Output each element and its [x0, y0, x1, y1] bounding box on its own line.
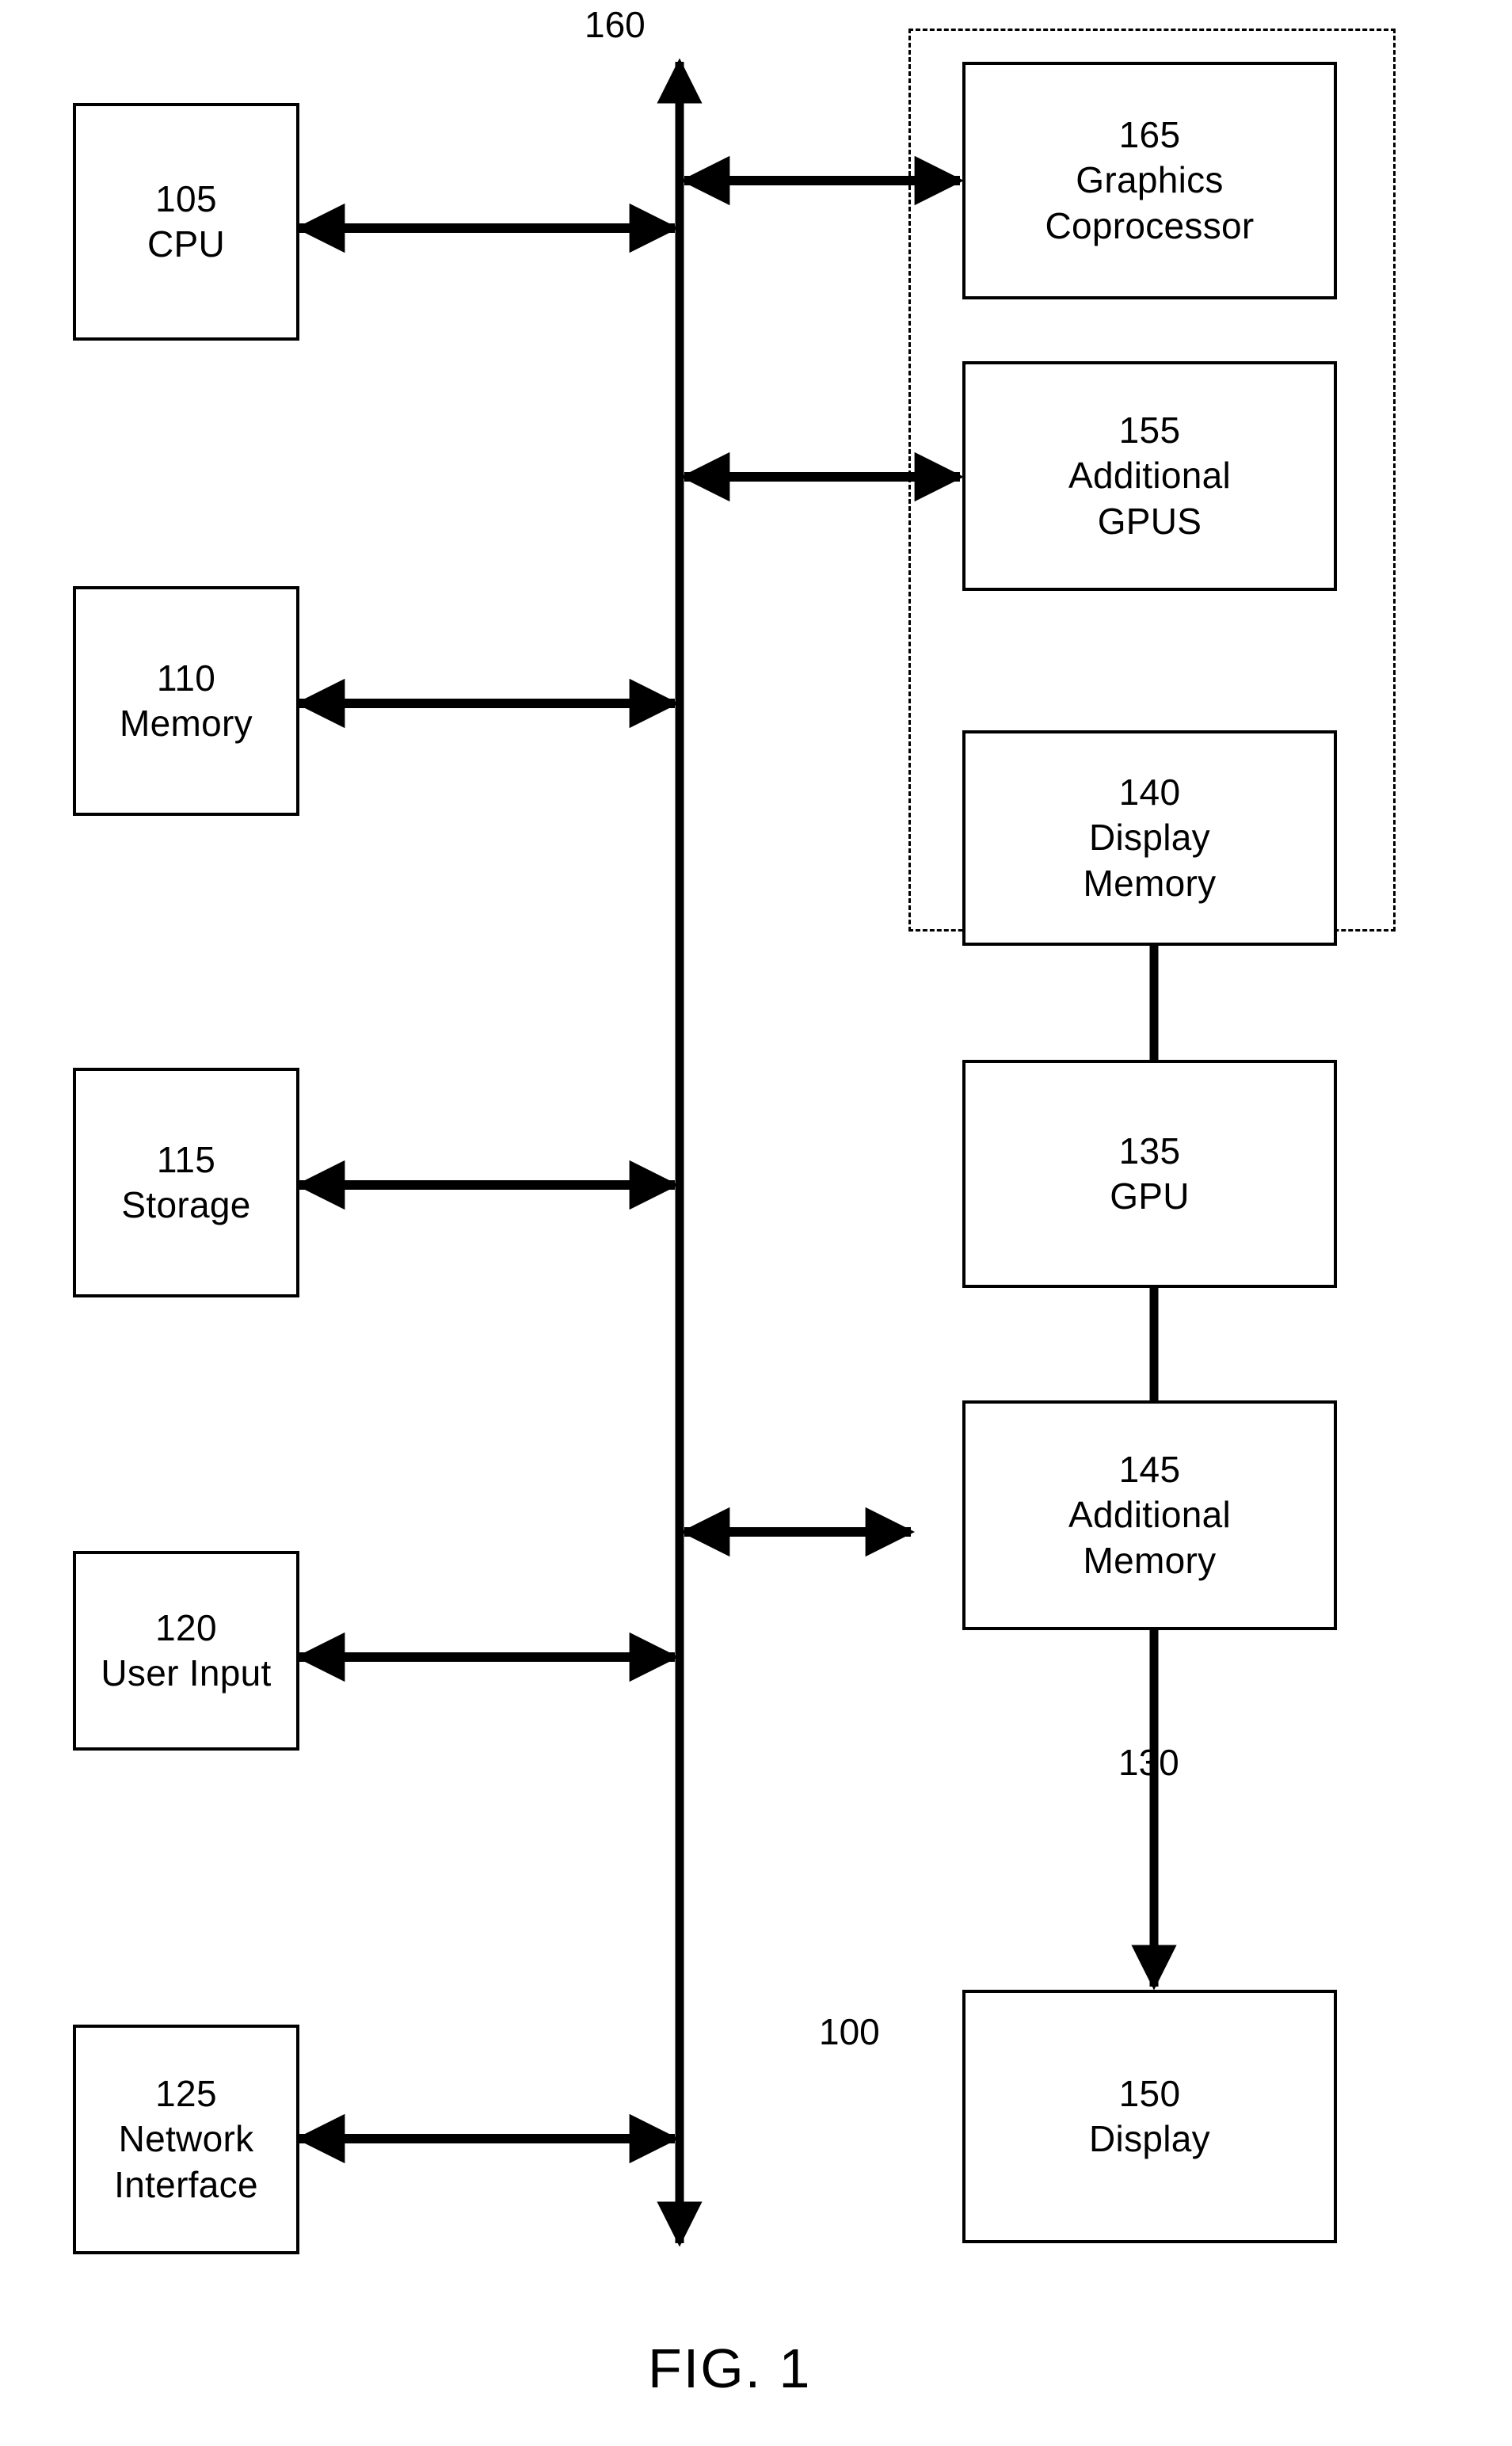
- block-storage-label: Storage: [121, 1184, 251, 1225]
- figure-canvas: 105 CPU 110 Memory 115 Storage 120 User …: [0, 0, 1512, 2446]
- block-network-interface-number: 125: [155, 2073, 217, 2115]
- block-network-interface[interactable]: 125 Network Interface: [73, 2025, 299, 2254]
- block-gpu[interactable]: 135 GPU: [962, 1060, 1337, 1288]
- block-display-memory-number: 140: [1118, 772, 1181, 813]
- block-user-input-number: 120: [155, 1606, 217, 1648]
- block-graphics-coprocessor-number: 165: [1118, 114, 1181, 156]
- figure-caption: FIG. 1: [648, 2337, 812, 2399]
- block-display[interactable]: 150 Display: [962, 1990, 1337, 2243]
- block-display-memory[interactable]: 140 Display Memory: [962, 730, 1337, 946]
- block-additional-gpus-number: 155: [1118, 410, 1181, 451]
- block-memory-number: 110: [156, 657, 216, 699]
- block-additional-gpus-label: Additional GPUS: [1068, 455, 1232, 542]
- block-display-label: Display: [1089, 2118, 1210, 2159]
- block-cpu[interactable]: 105 CPU: [73, 103, 299, 341]
- block-additional-memory-number: 145: [1118, 1449, 1181, 1491]
- block-memory[interactable]: 110 Memory: [73, 586, 299, 816]
- block-memory-label: Memory: [120, 703, 253, 744]
- block-graphics-coprocessor-label: Graphics Coprocessor: [1045, 159, 1255, 246]
- reference-numeral-bus: 160: [585, 4, 646, 45]
- block-gpu-label: GPU: [1110, 1175, 1190, 1217]
- block-display-number: 150: [1118, 2072, 1181, 2114]
- block-network-interface-label: Network Interface: [114, 2118, 258, 2205]
- block-storage[interactable]: 115 Storage: [73, 1068, 299, 1297]
- block-cpu-label: CPU: [147, 223, 226, 265]
- block-display-memory-label: Display Memory: [1083, 817, 1217, 904]
- block-gpu-number: 135: [1118, 1130, 1181, 1172]
- reference-numeral-system: 100: [819, 2011, 880, 2052]
- block-cpu-number: 105: [155, 177, 217, 219]
- block-additional-memory[interactable]: 145 Additional Memory: [962, 1400, 1337, 1630]
- block-user-input-label: User Input: [101, 1652, 272, 1694]
- block-storage-number: 115: [156, 1138, 216, 1180]
- reference-numeral-graphics-subsystem: 130: [1118, 1742, 1179, 1783]
- block-additional-memory-label: Additional Memory: [1068, 1494, 1232, 1581]
- block-additional-gpus[interactable]: 155 Additional GPUS: [962, 361, 1337, 591]
- block-user-input[interactable]: 120 User Input: [73, 1551, 299, 1751]
- block-graphics-coprocessor[interactable]: 165 Graphics Coprocessor: [962, 62, 1337, 299]
